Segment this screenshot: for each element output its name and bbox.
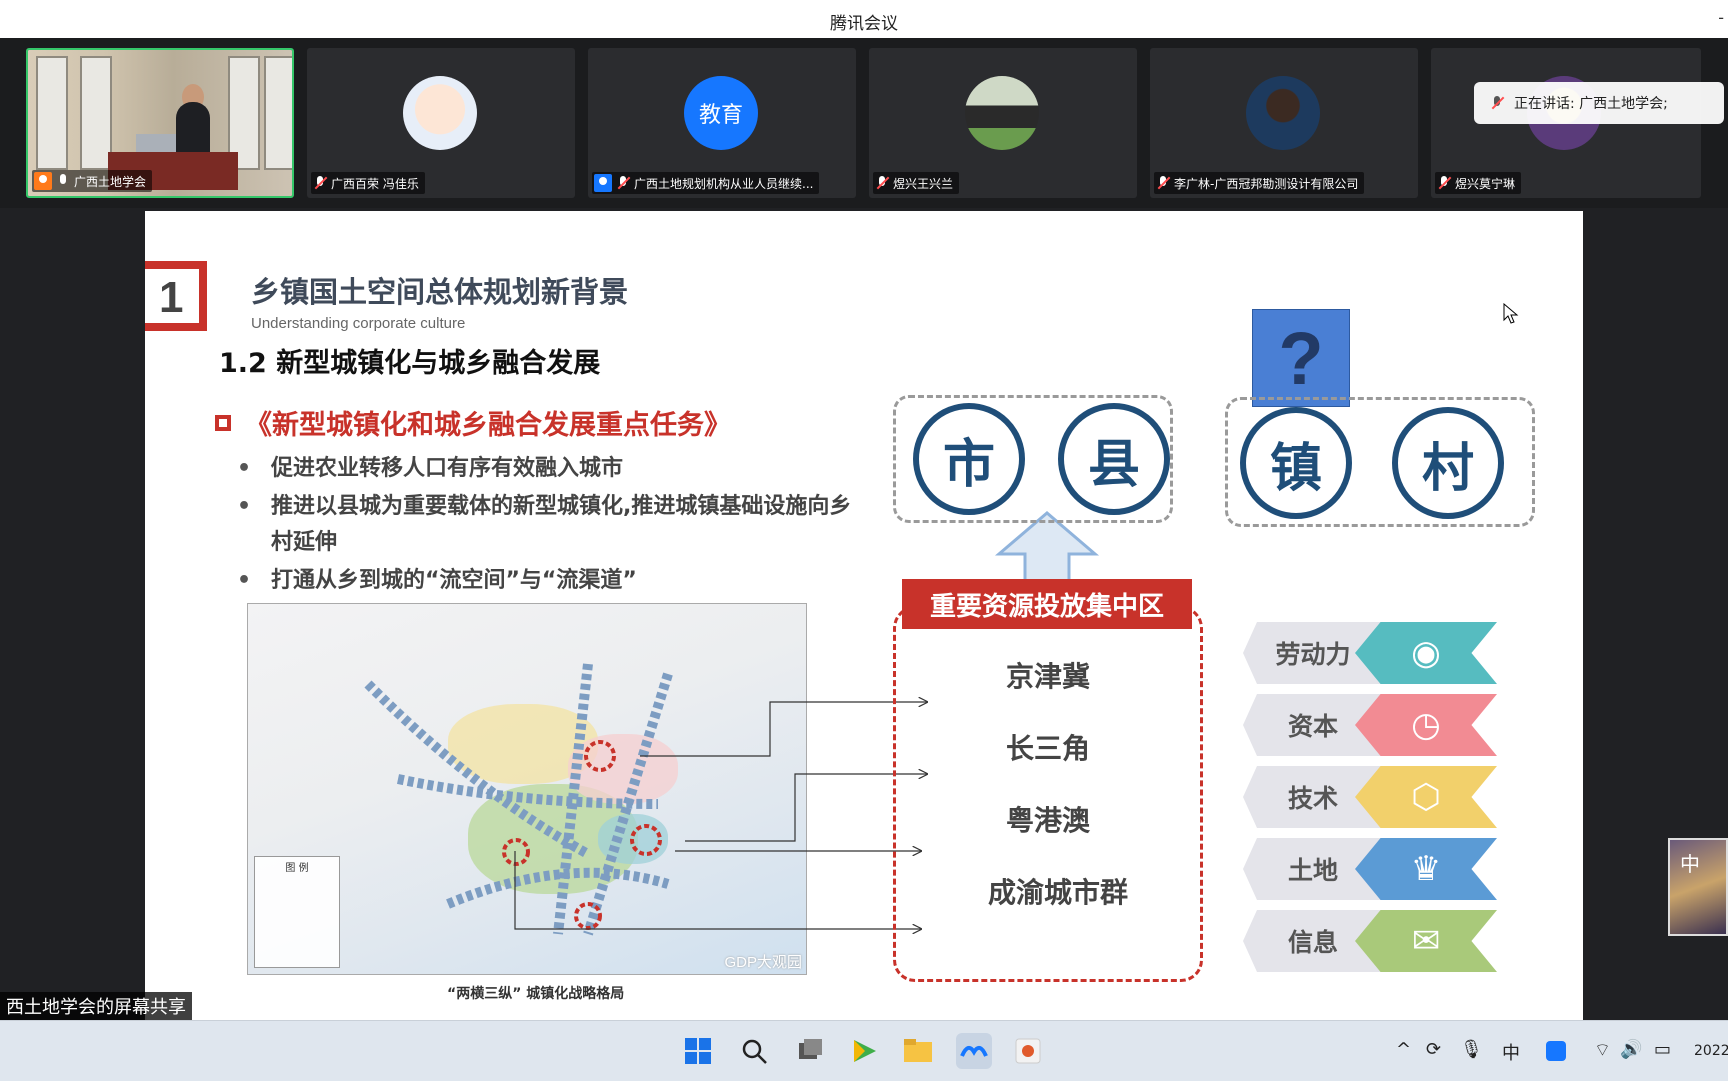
participant-name: 广西百荣 冯佳乐 [331,176,419,191]
resource-zone-header: 重要资源投放集中区 [902,579,1192,629]
chevron-up-icon[interactable]: ^ [1396,1039,1411,1060]
participant-name-tag: 煜兴莫宁琳 [1435,172,1522,194]
mic-muted-icon [875,176,889,190]
mic-muted-icon [1490,96,1504,110]
mail-icon: ✉ [1411,921,1441,961]
participant-name: 广西土地学会 [74,174,147,189]
town-circle: 镇 [1240,407,1352,519]
resource-item: 京津冀 [1005,660,1090,693]
cube-icon: ⬡ [1411,777,1441,817]
mic-muted-icon [1437,176,1451,190]
start-icon[interactable] [680,1033,716,1069]
mouse-cursor-icon [1503,303,1519,324]
participant-name: 煜兴王兴兰 [893,176,954,191]
factor-chevron: ◉ [1355,622,1497,684]
search-icon[interactable] [736,1033,772,1069]
participant-name-tag: 煜兴王兴兰 [873,172,960,194]
thumbnail-text: 中 [1680,852,1700,876]
factor-chevron: ♛ [1355,838,1497,900]
file-explorer-icon[interactable] [900,1033,936,1069]
participant-name-tag: 李广林-广西冠邦勘测设计有限公司 [1154,172,1365,194]
clock[interactable]: 2022 [1694,1043,1728,1059]
mic-muted-icon [1156,176,1170,190]
square-bullet-icon [215,414,231,431]
mic-icon [56,174,70,188]
resource-item: 长三角 [1005,732,1090,765]
sync-icon[interactable]: ⟳ [1426,1039,1441,1060]
participant-tile[interactable]: 教育 广西土地规划机构从业人员继续... [588,48,856,198]
participant-name: 煜兴莫宁琳 [1455,176,1516,191]
screen-share-label: 西土地学会的屏幕共享 [0,992,192,1020]
slide-title: 乡镇国土空间总体规划新背景 [251,275,629,309]
map-legend: 图 例 [254,856,340,968]
trophy-icon: ♛ [1410,849,1442,889]
resource-item: 成渝城市群 [987,876,1128,909]
ime-indicator[interactable]: 中 [1502,1039,1520,1065]
map-caption: “两横三纵” 城镇化战略格局 [447,986,625,1002]
participant-tile[interactable]: 煜兴王兴兰 [869,48,1137,198]
minimize-button[interactable]: - [1718,8,1724,27]
list-item: 打通从乡到城的“流空间”与“流渠道” [231,563,871,599]
taskbar: ^ ⟳ 🎙 中 ⌔ 🔊 ▭ 2022 [0,1020,1728,1081]
map-watermark: GDP大观园 [724,954,802,971]
factor-chevron: ⬡ [1355,766,1497,828]
slide-number: 1 [159,273,184,322]
document-title: 《新型城镇化和城乡融合发展重点任务》 [215,403,731,442]
list-item: 推进以县城为重要载体的新型城镇化,推进城镇基础设施向乡村延伸 [231,489,871,561]
section-title: 1.2 新型城镇化与城乡融合发展 [219,348,601,379]
tencent-meeting-icon[interactable] [956,1033,992,1069]
qq-icon[interactable] [1546,1041,1566,1061]
list-item: 促进农业转移人口有序有效融入城市 [231,451,871,487]
presentation-app-icon[interactable] [1010,1033,1046,1069]
participant-tile[interactable]: 李广林-广西冠邦勘测设计有限公司 [1150,48,1418,198]
china-urbanization-map: 图 例 GDP大观园 [247,603,807,975]
factor-chevron: ◷ [1355,694,1497,756]
user-icon [594,174,612,192]
mic-muted-icon [616,176,630,190]
speaking-text: 正在讲话: 广西土地学会; [1514,96,1668,112]
battery-icon[interactable]: ▭ [1654,1039,1671,1060]
avatar [965,76,1039,150]
clock-icon: ◷ [1411,705,1441,745]
avatar: 教育 [684,76,758,150]
participant-name: 李广林-广西冠邦勘测设计有限公司 [1174,176,1359,191]
document-title-text: 《新型城镇化和城乡融合发展重点任务》 [245,410,731,441]
question-box: ? [1252,309,1350,407]
wifi-icon[interactable]: ⌔ [1594,1039,1611,1062]
county-circle: 县 [1058,403,1170,515]
bullet-list: 促进农业转移人口有序有效融入城市 推进以县城为重要载体的新型城镇化,推进城镇基础… [231,451,871,601]
participant-strip: 广西土地学会 广西百荣 冯佳乐 教育 广西土地规划机构从业人员继续... 煜兴王… [0,38,1728,208]
title-bar: 腾讯会议 - [0,0,1728,39]
speaking-indicator: 正在讲话: 广西土地学会; [1474,82,1724,124]
mic-muted-icon [313,176,327,190]
eye-icon: ◉ [1411,633,1441,673]
presentation-slide: 1 乡镇国土空间总体规划新背景 Understanding corporate … [145,211,1583,1020]
slide-subtitle: Understanding corporate culture [251,315,466,332]
participant-tile[interactable]: 广西百荣 冯佳乐 [307,48,575,198]
resource-item: 粤港澳 [1005,804,1090,837]
village-circle: 村 [1392,407,1504,519]
participant-tile[interactable]: 广西土地学会 [26,48,294,198]
city-circle: 市 [913,403,1025,515]
floating-thumbnail[interactable]: 中 [1668,838,1728,936]
avatar [1246,76,1320,150]
participant-name-tag: 广西土地规划机构从业人员继续... [592,172,820,194]
participant-name: 广西土地规划机构从业人员继续... [634,176,814,191]
avatar [403,76,477,150]
microphone-icon[interactable]: 🎙 [1460,1039,1483,1060]
shared-screen: 1 乡镇国土空间总体规划新背景 Understanding corporate … [0,208,1728,1020]
media-player-icon[interactable] [846,1033,882,1069]
slide-number-box: 1 [145,261,207,331]
app-title: 腾讯会议 [830,14,898,34]
volume-icon[interactable]: 🔊 [1620,1039,1642,1060]
task-view-icon[interactable] [792,1033,828,1069]
factor-chevron: ✉ [1355,910,1497,972]
participant-name-tag: 广西百荣 冯佳乐 [311,172,425,194]
user-icon [34,172,52,190]
participant-name-tag: 广西土地学会 [32,170,153,192]
